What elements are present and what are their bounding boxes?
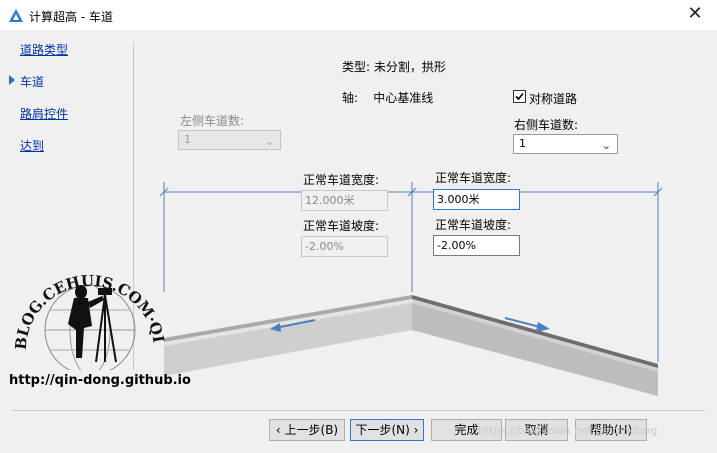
right-lane-slope-label: 正常车道坡度:: [435, 218, 512, 232]
right-lane-slope-value: -2.00%: [437, 239, 476, 252]
title-bar: 计算超高 - 车道 ✕: [0, 0, 717, 30]
left-lane-count-select[interactable]: 1 ⌄: [178, 130, 281, 150]
nav-item-lanes[interactable]: 车道: [20, 73, 44, 90]
right-lane-count-label: 右侧车道数:: [514, 118, 579, 132]
chevron-left-icon: ‹: [275, 423, 281, 437]
right-lane-width-value: 3.000米: [437, 193, 480, 206]
app-logo-icon: [9, 9, 23, 22]
left-lane-slope-field[interactable]: -2.00%: [301, 236, 388, 257]
left-lane-slope-label: 正常车道坡度:: [303, 219, 380, 233]
road-type-text: 类型: 未分割，拱形: [342, 60, 446, 74]
symmetric-road-label: 对称道路: [529, 92, 578, 106]
symmetric-road-checkbox[interactable]: [513, 90, 526, 103]
watermark-url: http://qin-dong.github.io: [9, 373, 191, 388]
checkmark-icon: [515, 92, 524, 101]
csdn-watermark: https://blog.csdn.net/qinqindong: [478, 424, 658, 437]
next-button-label: 下一步(N): [355, 423, 410, 437]
close-icon[interactable]: ✕: [685, 4, 705, 24]
finish-button-label: 完成: [454, 423, 479, 437]
nav-item-attainment[interactable]: 达到: [20, 137, 44, 154]
back-button-label: 上一步(B): [284, 423, 339, 437]
right-lane-body: [412, 299, 658, 396]
current-step-arrow-icon: [9, 75, 15, 85]
right-lane-count-select[interactable]: 1 ⌄: [513, 134, 618, 154]
left-lane-width-value: 12.000米: [305, 194, 355, 207]
left-lane-count-value: 1: [184, 133, 191, 146]
right-lane-count-value: 1: [519, 137, 526, 150]
right-lane-width-label: 正常车道宽度:: [435, 171, 512, 185]
right-lane-width-field[interactable]: 3.000米: [433, 189, 520, 210]
footer-separator: [12, 410, 705, 411]
nav-item-road-type[interactable]: 道路类型: [20, 41, 68, 58]
watermark-surveyor-logo: BLOG.CEHUIS.COM·QINDONG: [6, 258, 168, 370]
right-lane-slope-field[interactable]: -2.00%: [433, 235, 520, 256]
axis-text: 轴: 中心基准线: [342, 91, 434, 105]
left-lane-width-label: 正常车道宽度:: [303, 173, 380, 187]
left-lane-slope-value: -2.00%: [305, 240, 344, 253]
left-lane-width-field[interactable]: 12.000米: [301, 190, 388, 211]
nav-item-shoulder-control[interactable]: 路肩控件: [20, 105, 68, 122]
dialog-window: 计算超高 - 车道 ✕ 道路类型 车道 路肩控件 达到 类型: 未分割，拱形 轴…: [0, 0, 717, 453]
left-lane-count-label: 左侧车道数:: [180, 114, 245, 128]
chevron-right-icon: ›: [413, 423, 419, 437]
road-cross-section-diagram: [159, 182, 663, 396]
window-title: 计算超高 - 车道: [29, 10, 113, 24]
back-button[interactable]: ‹ 上一步(B): [269, 419, 345, 441]
chevron-down-icon: ⌄: [264, 135, 274, 148]
next-button[interactable]: 下一步(N) ›: [350, 419, 424, 441]
chevron-down-icon: ⌄: [601, 139, 611, 152]
